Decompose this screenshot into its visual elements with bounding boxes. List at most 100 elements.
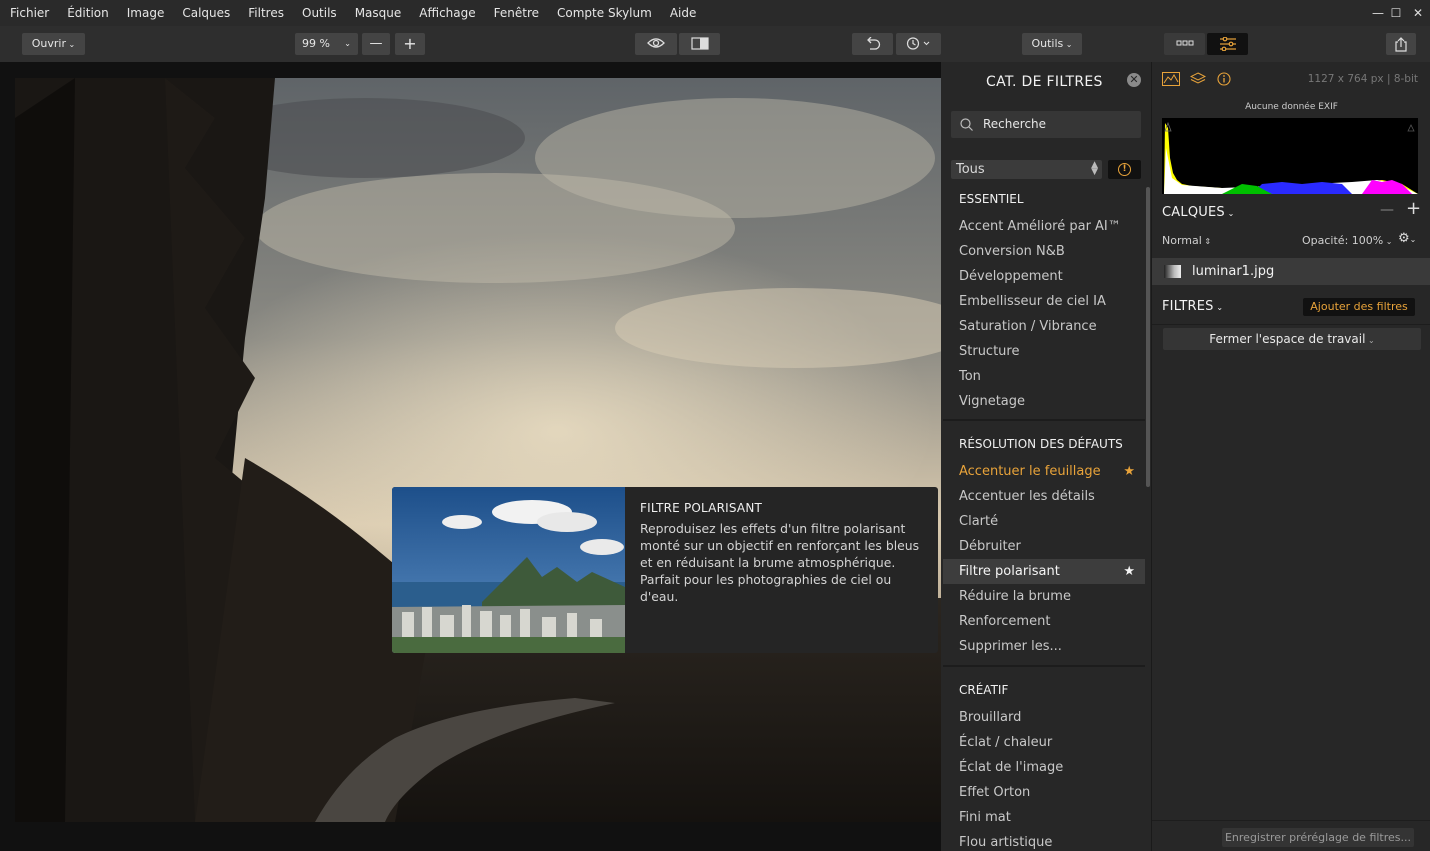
filter-item[interactable]: Renforcement — [943, 609, 1145, 634]
zoom-select[interactable]: 99 % ⌄ — [295, 33, 358, 55]
chevron-down-icon: ⌄ — [66, 40, 76, 49]
add-layer-icon[interactable]: + — [1406, 198, 1421, 219]
zoom-in-button[interactable]: + — [395, 33, 425, 55]
workspace-view-button[interactable] — [1164, 33, 1205, 55]
filters-section-title[interactable]: FILTRES ⌄ — [1162, 299, 1223, 314]
section-essentiel: ESSENTIEL — [959, 192, 1024, 206]
filter-item[interactable]: Éclat de l'image — [943, 755, 1145, 780]
filter-item[interactable]: Conversion N&B — [943, 239, 1145, 264]
remove-layer-icon[interactable]: — — [1380, 202, 1394, 218]
menu-filtres[interactable]: Filtres — [239, 0, 293, 26]
filter-item[interactable]: Accentuer les détails — [943, 484, 1145, 509]
blend-mode-select[interactable]: Normal ⇕ — [1162, 234, 1211, 247]
open-button[interactable]: Ouvrir ⌄ — [22, 33, 85, 55]
tools-button[interactable]: Outils ⌄ — [1022, 33, 1082, 55]
tooltip-description: Reproduisez les effets d'un filtre polar… — [640, 521, 920, 604]
menu-outils[interactable]: Outils — [293, 0, 346, 26]
menu-masque[interactable]: Masque — [346, 0, 411, 26]
updown-arrows-icon: ▲ ▼ — [1091, 160, 1098, 177]
filter-item[interactable]: Éclat / chaleur — [943, 730, 1145, 755]
menu-aide[interactable]: Aide — [661, 0, 706, 26]
menu-edition[interactable]: Édition — [58, 0, 118, 26]
filter-item-favorite[interactable]: Accentuer le feuillage ★ — [943, 459, 1145, 484]
filter-item[interactable]: Réduire la brume — [943, 584, 1145, 609]
menu-fichier[interactable]: Fichier — [0, 0, 58, 26]
photo-canvas[interactable] — [15, 78, 941, 822]
search-input[interactable]: Recherche — [983, 111, 1046, 138]
filmstrip-icon — [1176, 40, 1193, 46]
info-icon[interactable] — [1217, 72, 1231, 86]
zoom-value: 99 % — [302, 37, 330, 50]
opacity-select[interactable]: Opacité: 100% ⌄ — [1302, 234, 1392, 247]
filter-item[interactable]: Débruiter — [943, 534, 1145, 559]
image-dimensions: 1127 x 764 px | 8-bit — [1307, 73, 1418, 85]
filter-item[interactable]: Flou artistique — [943, 830, 1145, 851]
save-filter-preset-button[interactable]: Enregistrer préréglage de filtres... — [1222, 828, 1414, 847]
right-panel: 1127 x 764 px | 8-bit Aucune donnée EXIF… — [1151, 62, 1430, 851]
history-button[interactable] — [896, 33, 941, 55]
filter-item[interactable]: Clarté — [943, 509, 1145, 534]
filter-item-label: Filtre polarisant — [959, 564, 1060, 579]
filter-item[interactable]: Saturation / Vibrance — [943, 314, 1145, 339]
filter-item[interactable]: Ton — [943, 364, 1145, 389]
undo-button[interactable] — [852, 33, 893, 55]
filter-item[interactable]: Effet Orton — [943, 780, 1145, 805]
menu-bar: Fichier Édition Image Calques Filtres Ou… — [0, 0, 1430, 26]
info-icon: ! — [1118, 163, 1131, 176]
filter-item[interactable]: Accent Amélioré par AI™ — [943, 214, 1145, 239]
exif-status: Aucune donnée EXIF — [1245, 102, 1338, 112]
sliders-icon — [1219, 37, 1236, 51]
filter-item[interactable]: Structure — [943, 339, 1145, 364]
filter-item[interactable]: Embellisseur de ciel IA — [943, 289, 1145, 314]
layers-section-title[interactable]: CALQUES ⌄ — [1162, 205, 1234, 220]
filter-item[interactable]: Fini mat — [943, 805, 1145, 830]
category-select[interactable]: Tous ▲ ▼ — [951, 160, 1102, 179]
filter-item[interactable]: Développement — [943, 264, 1145, 289]
section-creatif: CRÉATIF — [959, 683, 1009, 697]
close-workspace-button[interactable]: Fermer l'espace de travail ⌄ — [1163, 328, 1421, 350]
filter-item-selected[interactable]: Filtre polarisant ★ — [943, 559, 1145, 584]
menu-affichage[interactable]: Affichage — [410, 0, 484, 26]
filter-list-scrollbar[interactable] — [1146, 187, 1150, 487]
layer-row[interactable]: luminar1.jpg — [1152, 258, 1430, 285]
filter-list: ESSENTIEL Accent Amélioré par AI™ Conver… — [941, 184, 1145, 851]
menu-calques[interactable]: Calques — [173, 0, 239, 26]
menu-fenetre[interactable]: Fenêtre — [485, 0, 548, 26]
chevron-down-icon: ⌄ — [1383, 237, 1393, 246]
split-view-icon — [690, 37, 709, 50]
filter-preview-image — [392, 487, 625, 653]
histogram-icon[interactable] — [1162, 72, 1180, 86]
filter-panel-title: CAT. DE FILTRES — [986, 74, 1103, 90]
section-divider — [943, 665, 1145, 667]
canvas-area[interactable]: FILTRE POLARISANT Reproduisez les effets… — [0, 62, 941, 851]
compare-button[interactable] — [679, 33, 720, 55]
export-button[interactable] — [1386, 33, 1416, 55]
filter-tooltip: FILTRE POLARISANT Reproduisez les effets… — [392, 487, 938, 653]
close-window-button[interactable]: ✕ — [1405, 0, 1430, 26]
filter-item[interactable]: Supprimer les... — [943, 634, 1145, 659]
filters-title: FILTRES — [1162, 299, 1214, 314]
star-icon[interactable]: ★ — [1123, 459, 1135, 484]
opacity-value: Opacité: 100% — [1302, 234, 1384, 247]
layers-icon[interactable] — [1190, 72, 1206, 86]
adjustments-button[interactable] — [1207, 33, 1248, 55]
zoom-out-button[interactable]: — — [362, 33, 390, 55]
menu-image[interactable]: Image — [118, 0, 174, 26]
updown-arrows-icon: ⇕ — [1201, 237, 1212, 246]
add-filters-button[interactable]: Ajouter des filtres — [1303, 298, 1415, 316]
filter-item[interactable]: Brouillard — [943, 705, 1145, 730]
preview-eye-button[interactable] — [635, 33, 677, 55]
menu-compte-skylum[interactable]: Compte Skylum — [548, 0, 661, 26]
chevron-down-icon: ⌄ — [344, 39, 351, 48]
layers-title: CALQUES — [1162, 205, 1225, 220]
star-icon[interactable]: ★ — [1123, 559, 1135, 584]
filter-item[interactable]: Vignetage — [943, 389, 1145, 414]
section-resolution-defauts: RÉSOLUTION DES DÉFAUTS — [959, 437, 1123, 451]
gear-icon[interactable]: ⚙⌄ — [1398, 231, 1416, 246]
info-button[interactable]: ! — [1108, 160, 1141, 179]
close-icon[interactable]: ✕ — [1127, 73, 1141, 87]
tools-button-label: Outils — [1031, 37, 1064, 50]
filter-catalog-panel: CAT. DE FILTRES ✕ Recherche Tous ▲ ▼ ! ES… — [941, 62, 1151, 851]
section-divider — [943, 419, 1145, 421]
filter-search-box[interactable]: Recherche — [951, 111, 1141, 138]
